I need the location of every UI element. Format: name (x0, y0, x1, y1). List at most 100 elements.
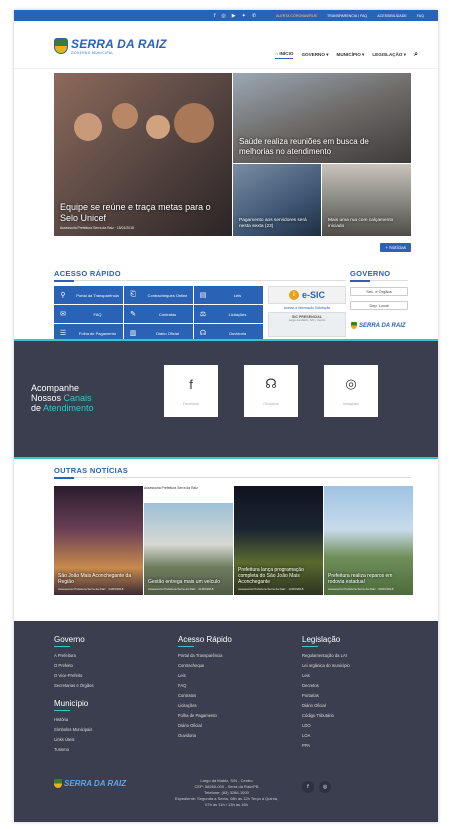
news-title: São João Mais Aconchegante da Região (58, 573, 132, 585)
payroll-icon: ☰ (59, 330, 67, 337)
footer-link[interactable]: Leis (302, 671, 350, 681)
transparency-icon: ⚲ (60, 292, 66, 299)
nav-legislacao[interactable]: LEGISLAÇÃO ▾ (372, 52, 406, 58)
logo-sub: GOVERNO MUNICIPAL (71, 51, 114, 55)
top-link-accessibility[interactable]: ACESSIBILIDADE (377, 14, 407, 18)
footer-link[interactable]: Portarias (302, 691, 350, 701)
quick-link-licitacoes[interactable]: ⚖ Licitações (194, 305, 263, 323)
footer-link[interactable]: Contratos (178, 691, 232, 701)
crest-icon (351, 322, 357, 329)
headset-icon: ☊ (199, 330, 207, 337)
page: f ◎ ▶ ✦ ✆ ALERTA CORONAVIRUS TRANSPARENC… (14, 10, 438, 822)
footer-link[interactable]: Regulamentação da LAI (302, 651, 350, 661)
footer-link[interactable]: LDO (302, 721, 350, 731)
footer-link[interactable]: LOA (302, 731, 350, 741)
footer-link[interactable]: Folha de Pagamento (178, 711, 232, 721)
hero-main-meta: Assessoria Prefeitura Serra da Raiz · 15… (60, 226, 134, 230)
photo-person (112, 103, 138, 129)
nav-municipio[interactable]: MUNICÍPIO ▾ (337, 52, 365, 58)
hero-top-right-title: Saúde realiza reuniões em busca de melho… (239, 137, 369, 156)
footer-address: Largo da Matriz, S/N - Centro CEP: 58260… (174, 778, 279, 807)
footer-link[interactable]: Ouvidoria (178, 731, 232, 741)
footer-link[interactable]: Diário Oficial (178, 721, 232, 731)
hero-bottom-right-story[interactable]: Mais uma rua com calçamento iniciado (322, 164, 411, 236)
facebook-icon[interactable]: f (214, 13, 215, 19)
quick-link-contracheques[interactable]: ⎗ Contracheques Online (124, 286, 193, 304)
divider (350, 280, 408, 282)
footer-link[interactable]: Portal da Transparência (178, 651, 232, 661)
dep-local-button[interactable]: Dep. Local (350, 301, 408, 310)
top-link-transparency[interactable]: TRANSPARENCIA / FAQ (327, 14, 367, 18)
footer-link[interactable]: Código Tributário (302, 711, 350, 721)
twitter-icon[interactable]: ✦ (242, 13, 246, 19)
footer-logo[interactable]: SERRA DA RAIZ (54, 779, 126, 788)
footer-link[interactable]: Licitações (178, 701, 232, 711)
footer-heading: Município (54, 699, 89, 708)
footer-social: f ◎ (302, 781, 331, 793)
footer-link[interactable]: Contracheque (178, 661, 232, 671)
channel-ouvidoria[interactable]: ☊ Ouvidoria (244, 365, 298, 417)
news-card[interactable]: São João Mais Aconchegante da Região Ass… (54, 486, 143, 595)
footer-link[interactable]: Símbolos Municipais (54, 725, 94, 735)
hero-top-right-story[interactable]: Saúde realiza reuniões em busca de melho… (233, 73, 411, 163)
channel-facebook[interactable]: f Facebook (164, 365, 218, 417)
quick-link-leis[interactable]: ▤ Leis (194, 286, 263, 304)
hero-bottom-left-title: Pagamento aos servidores será nesta sext… (239, 218, 307, 229)
sec-orgaos-button[interactable]: Sec. e Órgãos (350, 287, 408, 296)
search-icon[interactable]: ⌕ (414, 51, 418, 59)
news-meta: Assessoria Prefeitura Serra da Raiz · 13… (238, 587, 304, 591)
instagram-icon[interactable]: ◎ (319, 781, 331, 793)
news-card[interactable]: Prefeitura lança programação completa do… (234, 486, 323, 595)
footer-link[interactable]: A Prefeitura (54, 651, 94, 661)
channel-instagram[interactable]: ◎ Instagram (324, 365, 378, 417)
more-news-button[interactable]: + Notícias (380, 243, 411, 252)
footer-link[interactable]: Turismo (54, 745, 94, 755)
nav-governo[interactable]: GOVERNO ▾ (301, 52, 328, 58)
book-icon: ▥ (129, 330, 137, 337)
footer-heading: Legislação (302, 635, 341, 644)
news-card[interactable]: Prefeitura realiza reparos em rodovia es… (324, 486, 413, 595)
footer-link[interactable]: Leis (178, 671, 232, 681)
ticket-icon: ⎗ (130, 291, 136, 298)
governo-title: GOVERNO (350, 269, 391, 278)
channels-band: Acompanhe Nossos Canais de Atendimento f… (14, 339, 438, 459)
whatsapp-icon[interactable]: ✆ (252, 13, 256, 19)
hero-main-story[interactable]: Equipe se reúne e traça metas para o Sel… (54, 73, 232, 236)
site-logo[interactable]: SERRA DA RAIZ GOVERNO MUNICIPAL (54, 37, 167, 55)
footer-link[interactable]: Links Úteis (54, 735, 94, 745)
top-bar: f ◎ ▶ ✦ ✆ ALERTA CORONAVIRUS TRANSPARENC… (14, 10, 438, 21)
top-link-faq[interactable]: FAQ (417, 14, 424, 18)
hero-bottom-left-story[interactable]: Pagamento aos servidores será nesta sext… (233, 164, 321, 236)
footer-link[interactable]: O Prefeito (54, 661, 94, 671)
footer-link[interactable]: FAQ (178, 681, 232, 691)
crest-icon (54, 38, 68, 54)
gavel-icon: ⚖ (199, 311, 207, 318)
quick-link-transparencia[interactable]: ⚲ Portal da Transparência (54, 286, 123, 304)
youtube-icon[interactable]: ▶ (232, 13, 236, 19)
quick-link-contratos[interactable]: ✎ Contratos (124, 305, 193, 323)
footer-link[interactable]: Diário Oficial (302, 701, 350, 711)
esic-panel[interactable]: i e-SIC Acesso à Informação Solicitação S… (268, 286, 346, 342)
facebook-icon: f (189, 376, 193, 392)
footer-link[interactable]: Decretos (302, 681, 350, 691)
footer-link[interactable]: PPA (302, 741, 350, 751)
instagram-icon[interactable]: ◎ (221, 13, 225, 19)
footer-heading: Governo (54, 635, 85, 644)
quick-link-faq[interactable]: ✉ FAQ (54, 305, 123, 323)
quick-access-title: ACESSO RÁPIDO (54, 269, 121, 278)
instagram-icon: ◎ (345, 376, 357, 391)
top-link-coronavirus[interactable]: ALERTA CORONAVIRUS (276, 14, 317, 18)
news-title: Prefeitura lança programação completa do… (238, 567, 304, 585)
sic-details: Largo da Matriz, S/N - Centro (288, 318, 326, 322)
footer-link[interactable]: História (54, 715, 94, 725)
nav-inicio[interactable]: ⌂ INÍCIO (275, 51, 294, 59)
photo-person (174, 103, 214, 143)
channels-heading: Acompanhe Nossos Canais de Atendimento (31, 383, 94, 413)
facebook-icon[interactable]: f (302, 781, 314, 793)
footer-acesso: Acesso Rápido Portal da Transparência Co… (178, 635, 232, 741)
news-meta: Assessoria Prefeitura Serra da Raiz · 24… (58, 587, 124, 591)
footer-link[interactable]: Lei orgânica do município (302, 661, 350, 671)
footer-link[interactable]: O Vice-Prefeito (54, 671, 94, 681)
footer-link[interactable]: Secretarias e Órgãos (54, 681, 94, 691)
news-card[interactable]: Assessoria Prefeitura Serra da Raiz Gest… (144, 486, 233, 595)
